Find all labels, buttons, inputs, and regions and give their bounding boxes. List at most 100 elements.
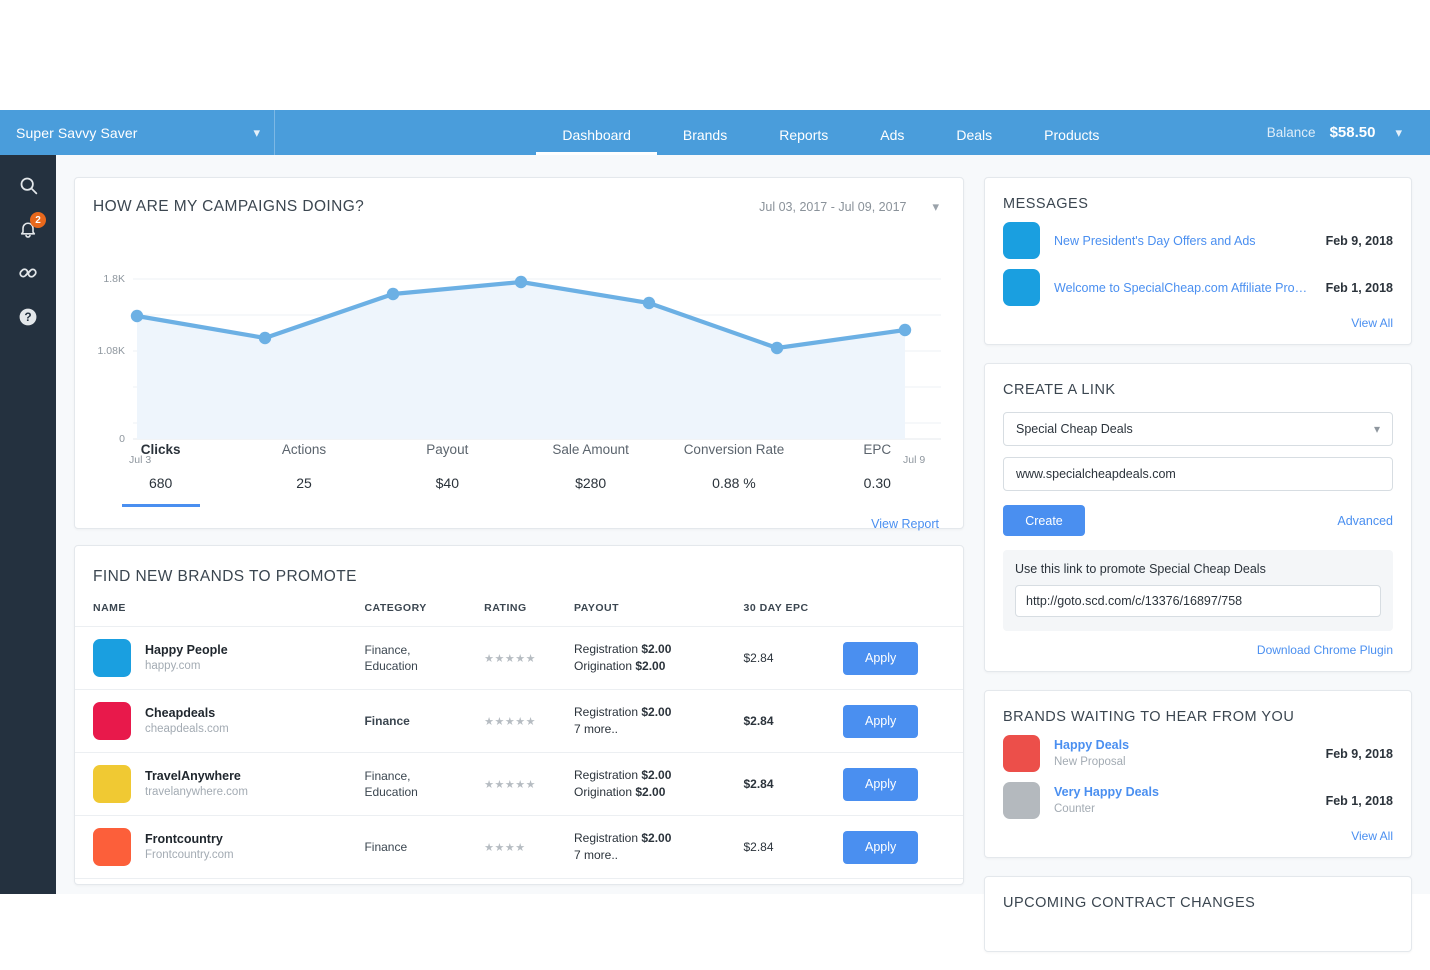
metric-label: EPC [863,442,892,457]
messages-view-all-link[interactable]: View All [985,306,1411,344]
brand-category: Finance, Education [364,642,418,673]
brand-waiting-date: Feb 1, 2018 [1325,793,1393,808]
brand-waiting-status: Counter [1054,803,1095,816]
rail-notifications-button[interactable]: 2 [0,207,56,251]
brand-waiting-item[interactable]: Very Happy Deals Counter Feb 1, 2018 [985,772,1411,819]
advanced-link[interactable]: Advanced [1337,514,1393,528]
generated-link-input[interactable] [1015,585,1381,617]
brand-name: TravelAnywhere [145,768,241,783]
brand-swatch [93,639,131,677]
col-category: CATEGORY [364,602,485,627]
col-name: NAME [75,602,365,627]
balance-label: Balance [1266,125,1316,140]
brand-waiting-name[interactable]: Very Happy Deals [1054,784,1312,802]
destination-url-input[interactable] [1003,457,1393,491]
download-plugin-link[interactable]: Download Chrome Plugin [1003,631,1393,657]
nav-label: Reports [779,127,829,143]
brand-avatar-icon [1003,782,1040,819]
nav-tab-dashboard[interactable]: Dashboard [536,127,657,155]
brand-name: Cheapdeals [145,705,216,720]
nav-tab-deals[interactable]: Deals [930,127,1018,155]
apply-button[interactable]: Apply [843,830,919,864]
create-button[interactable]: Create [1003,505,1085,536]
rail-help-button[interactable]: ? [0,295,56,339]
metric-label: Clicks [140,442,181,457]
chart-svg [130,275,941,440]
find-brands-card: FIND NEW BRANDS TO PROMOTE NAME CATEGORY… [74,545,964,885]
brands-table-body: Happy People happy.com Finance, Education… [75,626,963,884]
campaigns-title: HOW ARE MY CAMPAIGNS DOING? [93,198,365,215]
metric-conversion-rate[interactable]: Conversion Rate 0.88 % [662,442,805,501]
apply-button[interactable]: Apply [843,767,919,801]
col-rating: RATING [484,602,574,627]
metric-value: $280 [575,475,607,491]
payout-line-1: Registration $2.00 [573,641,672,656]
brand-url: happy.com [145,659,201,672]
help-icon: ? [17,306,39,328]
table-row[interactable]: Cheapdeals cheapdeals.com Finance ★★★★★ … [75,689,963,753]
metric-value: $40 [435,475,459,491]
brands-waiting-view-all-link[interactable]: View All [985,819,1411,857]
create-link-panel: CREATE A LINK Special Cheap Deals ▾ Crea… [984,363,1412,672]
table-row[interactable]: Gulliver Martin gullivermartin.com Finan… [75,878,963,884]
metric-payout[interactable]: Payout $40 [376,442,519,501]
chevron-down-icon: ▾ [1373,422,1380,436]
upcoming-contract-changes-panel: UPCOMING CONTRACT CHANGES [984,876,1412,952]
apply-button[interactable]: Apply [843,704,919,738]
message-item[interactable]: New President's Day Offers and Ads Feb 9… [985,212,1411,259]
message-avatar-icon [1003,269,1040,306]
nav-tab-brands[interactable]: Brands [657,127,753,155]
col-payout: PAYOUT [573,602,744,627]
metric-clicks[interactable]: Clicks 680 [89,442,232,501]
nav-tab-products[interactable]: Products [1018,127,1125,155]
account-selector[interactable]: Super Savvy Saver ▾ [0,110,275,155]
balance-widget[interactable]: Balance $58.50 ▾ [1267,110,1424,155]
metric-epc[interactable]: EPC 0.30 [806,442,949,501]
rail-search-button[interactable] [0,163,56,207]
table-row[interactable]: Frontcountry Frontcountry.com Finance ★★… [75,815,963,879]
metric-label: Payout [426,442,469,457]
payout-line-1: Registration $2.00 [573,704,672,719]
y-tick-1.8K: 1.8K [103,273,125,285]
table-row[interactable]: TravelAnywhere travelanywhere.com Financ… [75,752,963,816]
main-nav: Dashboard Brands Reports Ads Deals Produ… [275,110,1267,155]
brand-select-value: Special Cheap Deals [1016,422,1133,436]
nav-tab-ads[interactable]: Ads [854,127,930,155]
message-item[interactable]: Welcome to SpecialCheap.com Affiliate Pr… [985,259,1411,306]
promo-label: Use this link to promote Special Cheap D… [1015,562,1266,576]
table-row[interactable]: Happy People happy.com Finance, Education… [75,626,963,690]
col-30-day-epc: 30 DAY EPC [743,602,844,627]
find-brands-title: FIND NEW BRANDS TO PROMOTE [93,568,357,585]
brand-epc: $2.84 [743,651,774,665]
metric-value: 0.88 % [712,475,756,491]
brands-table: NAME CATEGORY RATING PAYOUT 30 DAY EPC H… [75,602,963,884]
campaigns-chart: 1.8K 1.08K 0 Jul 3 Jul 9 [93,230,941,466]
payout-line-2: Origination $2.00 [573,785,666,799]
message-subject[interactable]: Welcome to SpecialCheap.com Affiliate Pr… [1054,281,1312,295]
brands-waiting-title: BRANDS WAITING TO HEAR FROM YOU [1003,709,1295,725]
rail-links-button[interactable] [0,251,56,295]
nav-tab-reports[interactable]: Reports [753,127,854,155]
date-range-selector[interactable]: Jul 03, 2017 - Jul 09, 2017 ▾ [759,199,939,215]
apply-button[interactable]: Apply [843,641,919,675]
brand-rating: ★★★★★ [484,652,536,665]
payout-line-1: Registration $2.00 [573,767,672,782]
metric-sale-amount[interactable]: Sale Amount $280 [519,442,662,501]
brand-name: Happy People [145,642,228,657]
brand-waiting-status: New Proposal [1054,756,1126,769]
view-report-link[interactable]: View Report [75,501,963,531]
messages-title: MESSAGES [1003,196,1089,212]
message-avatar-icon [1003,222,1040,259]
metric-actions[interactable]: Actions 25 [232,442,375,501]
brand-waiting-item[interactable]: Happy Deals New Proposal Feb 9, 2018 [985,725,1411,772]
campaigns-card: HOW ARE MY CAMPAIGNS DOING? Jul 03, 2017… [74,177,964,531]
brand-waiting-name[interactable]: Happy Deals [1054,737,1312,755]
notification-badge: 2 [30,212,46,228]
brand-select[interactable]: Special Cheap Deals ▾ [1003,412,1393,446]
top-header: Super Savvy Saver ▾ Dashboard Brands Rep… [0,110,1430,155]
message-subject[interactable]: New President's Day Offers and Ads [1054,234,1312,248]
brand-swatch [93,702,131,740]
app-root: Super Savvy Saver ▾ Dashboard Brands Rep… [0,0,1430,952]
brand-category: Finance [364,713,410,728]
y-tick-1.08K: 1.08K [97,345,125,357]
